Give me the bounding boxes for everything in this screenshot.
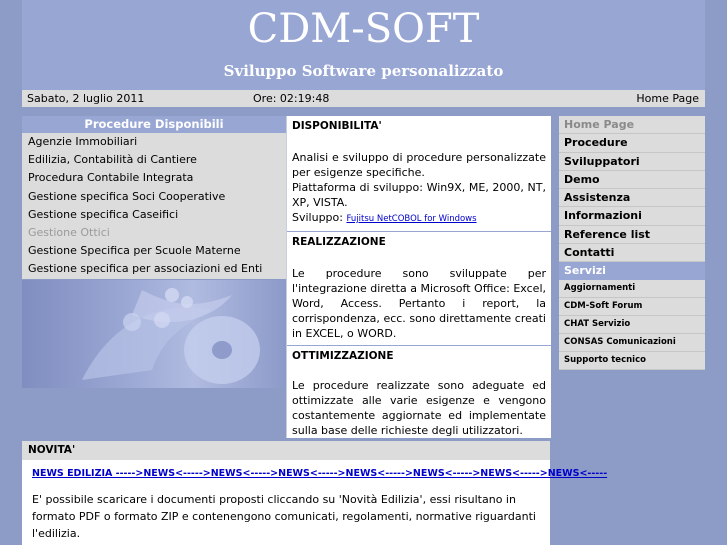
current-date: Sabato, 2 luglio 2011 — [27, 92, 145, 105]
nav-contatti[interactable]: Contatti — [559, 244, 705, 263]
news-panel: NOVITA' NEWS EDILIZIA ----->NEWS<----->N… — [22, 441, 607, 545]
procedure-item[interactable]: Gestione specifica Soci Cooperative — [22, 188, 286, 206]
optimization-text: Le procedure realizzate sono adeguate ed… — [292, 379, 546, 437]
development-label: Sviluppo: — [292, 211, 343, 224]
procedures-heading: Procedure Disponibili — [22, 116, 286, 133]
procedure-item[interactable]: Edilizia, Contabilità di Cantiere — [22, 151, 286, 169]
optimization-section: OTTIMIZZAZIONE Le procedure realizzate s… — [287, 346, 551, 438]
site-subtitle: Sviluppo Software personalizzato — [223, 62, 504, 80]
nav-sviluppatori[interactable]: Sviluppatori — [559, 152, 705, 171]
implementation-title: REALIZZAZIONE — [292, 236, 386, 248]
procedure-item[interactable]: Gestione specifica Caseifici — [22, 206, 286, 224]
availability-section: DISPONIBILITA' Analisi e sviluppo di pro… — [287, 116, 551, 231]
service-consas[interactable]: CONSAS Comunicazioni — [559, 334, 705, 353]
availability-platform: Piattaforma di sviluppo: Win9X, ME, 2000… — [292, 181, 546, 209]
hands-cd-illustration — [82, 288, 260, 384]
netcobol-link[interactable]: Fujitsu NetCOBOL for Windows — [346, 214, 476, 224]
nav-home-page[interactable]: Home Page — [559, 116, 705, 135]
procedure-item[interactable]: Procedura Contabile Integrata — [22, 169, 286, 187]
content-column: DISPONIBILITA' Analisi e sviluppo di pro… — [286, 116, 551, 438]
service-aggiornamenti[interactable]: Aggiornamenti — [559, 280, 705, 299]
current-time: Ore: 02:19:48 — [253, 92, 330, 105]
availability-title: DISPONIBILITA' — [292, 120, 382, 132]
optimization-title: OTTIMIZZAZIONE — [292, 350, 394, 362]
nav-reference-list[interactable]: Reference list — [559, 225, 705, 245]
service-chat[interactable]: CHAT Servizio — [559, 316, 705, 335]
services-heading: Servizi — [559, 262, 705, 281]
nav-procedure[interactable]: Procedure — [559, 134, 705, 153]
procedure-item[interactable]: Agenzie Immobiliari — [22, 133, 286, 151]
news-edilizia-link[interactable]: NEWS EDILIZIA ----->NEWS<----->NEWS<----… — [32, 468, 607, 479]
site-title: CDM-SOFT — [247, 6, 480, 52]
nav-demo[interactable]: Demo — [559, 170, 705, 190]
implementation-section: REALIZZAZIONE Le procedure sono sviluppa… — [287, 232, 551, 345]
procedures-list: Agenzie Immobiliari Edilizia, Contabilit… — [22, 133, 286, 279]
nav-assistenza[interactable]: Assistenza — [559, 189, 705, 208]
procedure-item[interactable]: Gestione Specifica per Scuole Materne — [22, 242, 286, 260]
news-text: E' possibile scaricare i documenti propo… — [32, 493, 536, 540]
nav-informazioni[interactable]: Informazioni — [559, 207, 705, 226]
service-forum[interactable]: CDM-Soft Forum — [559, 298, 705, 317]
procedure-item[interactable]: Gestione Ottici — [22, 224, 286, 242]
implementation-text: Le procedure sono sviluppate per l'integ… — [292, 267, 546, 340]
site-header: CDM-SOFT Sviluppo Software personalizzat… — [22, 0, 705, 90]
service-supporto[interactable]: Supporto tecnico — [559, 352, 705, 371]
home-page-link[interactable]: Home Page — [636, 90, 699, 107]
procedure-item[interactable]: Gestione specifica per associazioni ed E… — [22, 260, 286, 278]
availability-text: Analisi e sviluppo di procedure personal… — [292, 151, 546, 179]
right-navigation: Home Page Procedure Sviluppatori Demo As… — [559, 116, 705, 371]
info-bar: Sabato, 2 luglio 2011 Ore: 02:19:48 Home… — [22, 90, 705, 107]
hands-cd-image — [22, 280, 286, 388]
news-heading: NOVITA' — [22, 441, 550, 460]
